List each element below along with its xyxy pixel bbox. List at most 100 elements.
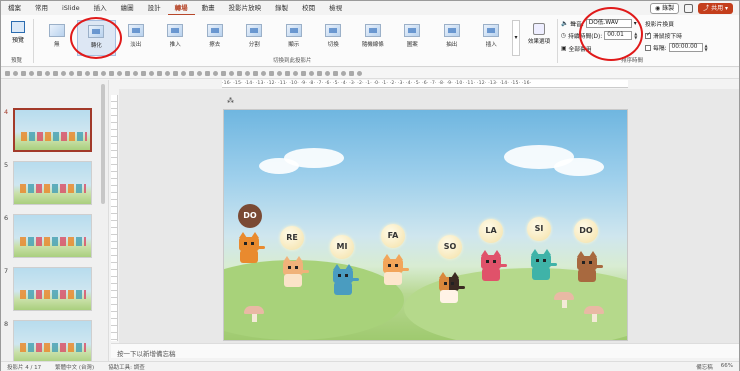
shape-icon[interactable] bbox=[21, 70, 26, 76]
square-icon[interactable] bbox=[125, 70, 130, 76]
square-icon[interactable] bbox=[349, 70, 354, 76]
slide-thumbnail[interactable] bbox=[13, 320, 92, 361]
slide-thumbnail[interactable] bbox=[13, 108, 92, 152]
transition-split[interactable]: 分割 bbox=[235, 20, 275, 56]
after-spinner[interactable]: ▲ ▼ bbox=[705, 43, 708, 52]
circle-icon[interactable] bbox=[149, 70, 154, 76]
square-icon[interactable] bbox=[205, 70, 210, 76]
tab-animations[interactable]: 動畫 bbox=[195, 1, 222, 15]
tab-insert[interactable]: 插入 bbox=[87, 1, 114, 15]
slide-thumbnail[interactable] bbox=[13, 161, 92, 205]
circle-icon[interactable] bbox=[229, 70, 234, 76]
after-input[interactable]: 00:00.00 bbox=[668, 43, 703, 52]
slide-thumbnail[interactable] bbox=[13, 214, 92, 258]
comments-icon[interactable] bbox=[684, 3, 694, 13]
square-icon[interactable] bbox=[301, 70, 306, 76]
square-icon[interactable] bbox=[285, 70, 290, 76]
notes-toggle[interactable]: 備忘稿 bbox=[696, 363, 713, 371]
tab-review[interactable]: 校閱 bbox=[295, 1, 322, 15]
transition-cover[interactable]: 插入 bbox=[472, 20, 512, 56]
square-icon[interactable] bbox=[173, 70, 178, 76]
circle-icon[interactable] bbox=[165, 70, 170, 76]
tab-slideshow[interactable]: 投影片放映 bbox=[222, 1, 269, 15]
thumbnail-cats bbox=[20, 343, 86, 352]
square-icon[interactable] bbox=[77, 70, 82, 76]
square-icon[interactable] bbox=[317, 70, 322, 76]
square-icon[interactable] bbox=[93, 70, 98, 76]
fill-icon[interactable] bbox=[29, 70, 34, 76]
transition-shape[interactable]: 圖案 bbox=[393, 20, 433, 56]
thumbnail-scrollbar[interactable] bbox=[101, 84, 105, 204]
transition-cut[interactable]: 切換 bbox=[314, 20, 354, 56]
slide-thumbnail[interactable] bbox=[13, 267, 92, 311]
after-checkbox[interactable] bbox=[645, 44, 651, 51]
after-label: 每隔: bbox=[653, 46, 667, 52]
tab-islide[interactable]: iSlide bbox=[55, 1, 87, 15]
tab-record[interactable]: 錄製 bbox=[268, 1, 295, 15]
slide-number: 5 bbox=[4, 161, 9, 169]
circle-icon[interactable] bbox=[325, 70, 330, 76]
circle-icon[interactable] bbox=[341, 70, 346, 76]
transition-label: 隨機線條 bbox=[361, 42, 384, 48]
square-icon[interactable] bbox=[189, 70, 194, 76]
transition-random-bars[interactable]: 隨機線條 bbox=[353, 20, 393, 56]
cat-fa bbox=[380, 254, 409, 286]
circle-icon[interactable] bbox=[261, 70, 266, 76]
record-button[interactable]: ◉ 錄製 bbox=[649, 2, 680, 14]
circle-icon[interactable] bbox=[277, 70, 282, 76]
notes-pane[interactable]: 按一下以新增備忘稿 bbox=[111, 343, 739, 358]
accessibility-status[interactable]: 協助工具: 調查 bbox=[108, 363, 145, 371]
tab-draw[interactable]: 繪圖 bbox=[114, 1, 141, 15]
transition-uncover[interactable]: 抽出 bbox=[432, 20, 472, 56]
circle-icon[interactable] bbox=[61, 70, 66, 76]
zoom-level[interactable]: 66% bbox=[721, 363, 733, 371]
circle-icon[interactable] bbox=[309, 70, 314, 76]
square-icon[interactable] bbox=[253, 70, 258, 76]
effect-options-button[interactable]: 效果選項 bbox=[524, 23, 554, 45]
square-icon[interactable] bbox=[333, 70, 338, 76]
circle-icon[interactable] bbox=[197, 70, 202, 76]
outline-icon[interactable] bbox=[37, 70, 42, 76]
language-status[interactable]: 繁體中文 (台灣) bbox=[55, 363, 94, 371]
circle-icon[interactable] bbox=[69, 70, 74, 76]
animation-marker-icon[interactable]: ⁂ bbox=[227, 97, 234, 105]
align-icon[interactable] bbox=[5, 70, 10, 76]
circle-icon[interactable] bbox=[85, 70, 90, 76]
square-icon[interactable] bbox=[221, 70, 226, 76]
gallery-more-button[interactable]: ▾ bbox=[512, 20, 520, 56]
transition-push[interactable]: 推入 bbox=[156, 20, 196, 56]
circle-icon[interactable] bbox=[293, 70, 298, 76]
square-icon[interactable] bbox=[269, 70, 274, 76]
record-label: 錄製 bbox=[662, 4, 675, 12]
cat-la bbox=[478, 250, 507, 282]
circle-icon[interactable] bbox=[117, 70, 122, 76]
effect-options-label: 效果選項 bbox=[527, 39, 550, 45]
current-slide[interactable]: DO RE MI FA SO LA SI DO bbox=[223, 109, 628, 341]
paint-icon[interactable] bbox=[45, 70, 50, 76]
square-icon[interactable] bbox=[141, 70, 146, 76]
square-icon[interactable] bbox=[237, 70, 242, 76]
square-icon[interactable] bbox=[109, 70, 114, 76]
transition-reveal[interactable]: 顯示 bbox=[274, 20, 314, 56]
circle-icon[interactable] bbox=[245, 70, 250, 76]
circle-icon[interactable] bbox=[101, 70, 106, 76]
format-icon[interactable] bbox=[13, 70, 18, 76]
mushroom bbox=[554, 292, 574, 308]
grid-icon[interactable] bbox=[53, 70, 58, 76]
tab-view[interactable]: 檢視 bbox=[322, 1, 349, 15]
transition-wipe[interactable]: 擦去 bbox=[195, 20, 235, 56]
tab-design[interactable]: 設計 bbox=[141, 1, 168, 15]
circle-icon[interactable] bbox=[181, 70, 186, 76]
circle-icon[interactable] bbox=[133, 70, 138, 76]
tab-transitions[interactable]: 轉場 bbox=[167, 1, 195, 15]
tab-home[interactable]: 常用 bbox=[28, 1, 55, 15]
preview-button[interactable]: 預覽 bbox=[7, 21, 29, 44]
share-button[interactable]: ⤴ 共用 ▾ bbox=[698, 2, 733, 14]
cat-re bbox=[280, 256, 309, 288]
vertical-ruler bbox=[111, 95, 118, 341]
circle-icon[interactable] bbox=[357, 70, 362, 76]
on-click-checkbox[interactable] bbox=[645, 31, 651, 39]
square-icon[interactable] bbox=[157, 70, 162, 76]
tab-file[interactable]: 檔案 bbox=[1, 1, 28, 15]
circle-icon[interactable] bbox=[213, 70, 218, 76]
